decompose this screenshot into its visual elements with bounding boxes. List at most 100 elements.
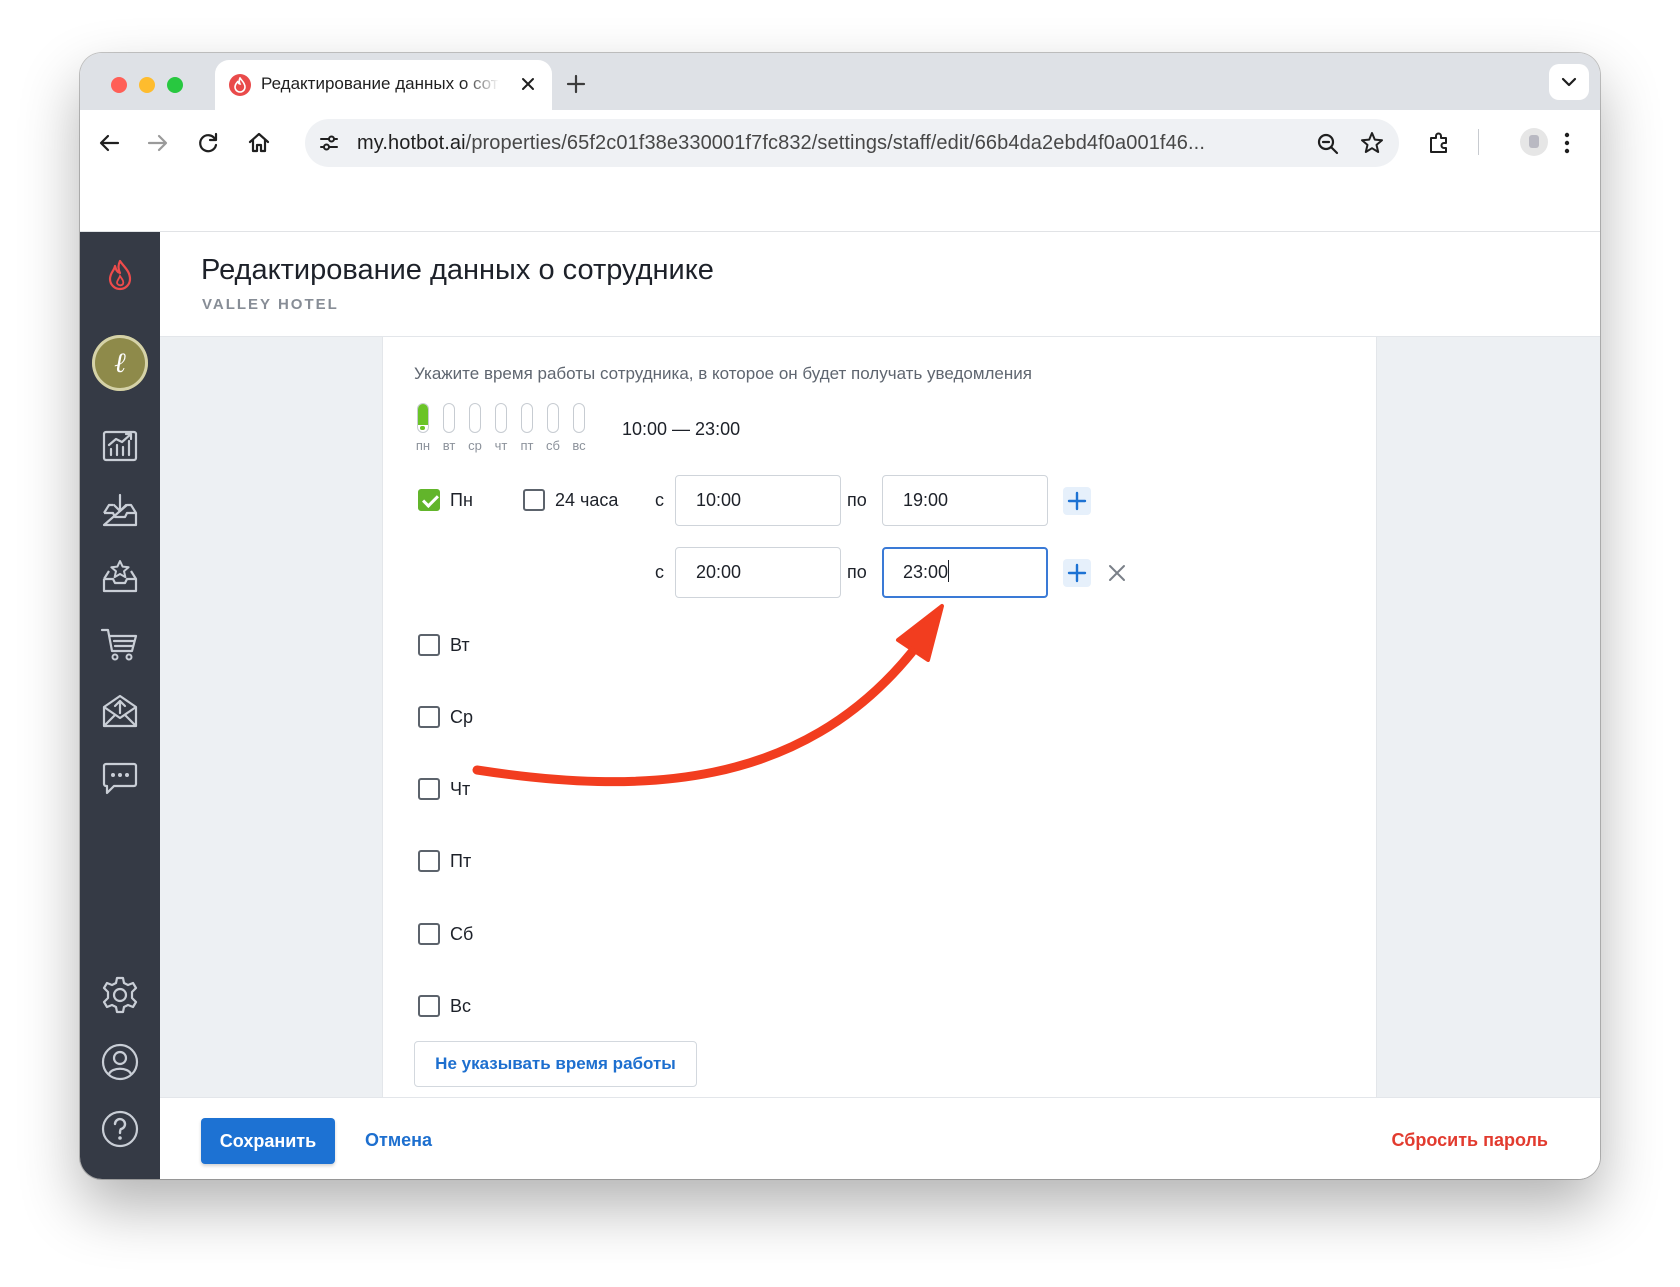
from-label: с [655, 490, 664, 510]
summary-day-label: пт [520, 438, 534, 453]
schedule-form: Укажите время работы сотрудника, в котор… [382, 337, 1377, 1097]
profile-avatar-glyph [1529, 135, 1539, 148]
day-label-mon: Пн [450, 490, 473, 510]
summary-bar-sun [573, 403, 585, 433]
interval-1-from-input[interactable]: 10:00 [675, 475, 841, 526]
reload-icon[interactable] [194, 129, 222, 157]
plus-icon [1067, 563, 1087, 583]
no-schedule-button[interactable]: Не указывать время работы [414, 1041, 697, 1087]
day-label-wed: Ср [450, 707, 474, 727]
main-area: Редактирование данных о сотруднике VALLE… [160, 232, 1600, 1179]
new-tab-plus-icon[interactable] [563, 71, 589, 97]
to-label: по [847, 562, 867, 582]
extensions-icon[interactable] [1425, 129, 1453, 157]
day-checkbox-fri[interactable] [418, 850, 440, 872]
browser-window: Редактирование данных о сотруднике [80, 53, 1600, 1179]
zoom-icon[interactable] [1315, 131, 1341, 157]
tab-title: Редактирование данных о сотруднике [261, 74, 499, 93]
tab-search-chevron-icon[interactable] [1549, 64, 1589, 100]
bookmark-star-icon[interactable] [1359, 130, 1385, 156]
settings-gear-icon[interactable] [100, 975, 140, 1015]
minimize-window-button[interactable] [139, 77, 155, 93]
help-icon[interactable] [100, 1109, 140, 1149]
interval-2-from-value: 20:00 [696, 562, 742, 582]
day-label-sun: Вс [450, 996, 472, 1016]
page-subtitle: VALLEY HOTEL [202, 296, 339, 313]
add-interval-button[interactable] [1063, 487, 1091, 515]
maximize-window-button[interactable] [167, 77, 183, 93]
interval-2-from-input[interactable]: 20:00 [675, 547, 841, 598]
hotbot-flame-icon[interactable] [100, 256, 140, 296]
summary-bar-sat [547, 403, 559, 433]
tab-strip: Редактирование данных о сотруднике [80, 53, 1600, 110]
kebab-menu-icon[interactable] [1553, 129, 1581, 157]
all-day-checkbox[interactable] [523, 489, 545, 511]
summary-bar-mon [417, 403, 429, 433]
add-interval-button[interactable] [1063, 559, 1091, 587]
day-checkbox-tue[interactable] [418, 634, 440, 656]
toolbar-divider [1478, 129, 1479, 155]
active-tab[interactable]: Редактирование данных о сотруднике [215, 60, 552, 110]
schedule-summary-range: 10:00 — 23:00 [622, 419, 741, 439]
day-checkbox-sun[interactable] [418, 995, 440, 1017]
summary-day-label: сб [546, 438, 560, 453]
day-label-sat: Сб [450, 924, 474, 944]
address-bar[interactable]: my.hotbot.ai/properties/65f2c01f38e33000… [305, 119, 1399, 167]
user-avatar[interactable]: ℓ [92, 335, 148, 391]
summary-bar-wed [469, 403, 481, 433]
browser-top-gap [80, 176, 1600, 232]
day-checkbox-mon[interactable] [418, 489, 440, 511]
interval-2-to-input[interactable]: 23:00 [882, 547, 1048, 598]
reviews-star-inbox-icon[interactable] [100, 557, 140, 597]
page-header: Редактирование данных о сотруднике VALLE… [160, 232, 1600, 337]
hotbot-flame-icon [229, 74, 251, 96]
profile-avatar-icon[interactable] [1520, 128, 1548, 156]
to-label: по [847, 490, 867, 510]
analytics-chart-icon[interactable] [100, 425, 140, 465]
summary-day-label: ср [468, 438, 482, 453]
home-icon[interactable] [245, 129, 273, 157]
page-title: Редактирование данных о сотруднике [201, 254, 714, 286]
day-checkbox-sat[interactable] [418, 923, 440, 945]
day-label-fri: Пт [450, 851, 472, 871]
summary-bar-thu [495, 403, 507, 433]
summary-bar-fill [418, 404, 428, 425]
day-checkbox-wed[interactable] [418, 706, 440, 728]
cart-icon[interactable] [100, 624, 140, 664]
reset-password-button[interactable]: Сбросить пароль [1391, 1130, 1548, 1151]
summary-day-label: вс [572, 438, 586, 453]
text-caret [948, 560, 950, 582]
save-button[interactable]: Сохранить [201, 1118, 335, 1164]
close-icon[interactable] [516, 72, 540, 96]
summary-day-label: чт [494, 438, 508, 453]
schedule-hint: Укажите время работы сотрудника, в котор… [414, 364, 1032, 383]
back-arrow-icon[interactable] [96, 129, 124, 157]
mail-upload-icon[interactable] [100, 691, 140, 731]
summary-day-label: пн [415, 438, 431, 453]
app-sidebar: ℓ [80, 232, 160, 1179]
interval-2-to-value: 23:00 [903, 562, 949, 582]
url-text: my.hotbot.ai/properties/65f2c01f38e33000… [357, 132, 1205, 155]
site-settings-icon[interactable] [315, 129, 343, 157]
form-footer: Сохранить Отмена Сбросить пароль [160, 1097, 1600, 1179]
account-icon[interactable] [100, 1042, 140, 1082]
close-window-button[interactable] [111, 77, 127, 93]
cancel-button[interactable]: Отмена [365, 1130, 432, 1151]
from-label: с [655, 562, 664, 582]
url-host: my.hotbot.ai [357, 132, 466, 154]
day-checkbox-thu[interactable] [418, 778, 440, 800]
summary-bar-dot [420, 426, 425, 430]
plus-icon [1067, 491, 1087, 511]
interval-1-to-input[interactable]: 19:00 [882, 475, 1048, 526]
forward-arrow-icon[interactable] [143, 129, 171, 157]
all-day-label: 24 часа [555, 490, 619, 510]
inbox-download-icon[interactable] [100, 491, 140, 531]
summary-bar-fri [521, 403, 533, 433]
interval-1-from-value: 10:00 [696, 490, 742, 510]
day-label-thu: Чт [450, 779, 471, 799]
remove-interval-close-icon[interactable] [1105, 561, 1129, 585]
summary-day-label: вт [442, 438, 456, 453]
day-label-tue: Вт [450, 635, 470, 655]
browser-toolbar: my.hotbot.ai/properties/65f2c01f38e33000… [80, 110, 1600, 176]
chat-bubble-icon[interactable] [100, 758, 140, 798]
